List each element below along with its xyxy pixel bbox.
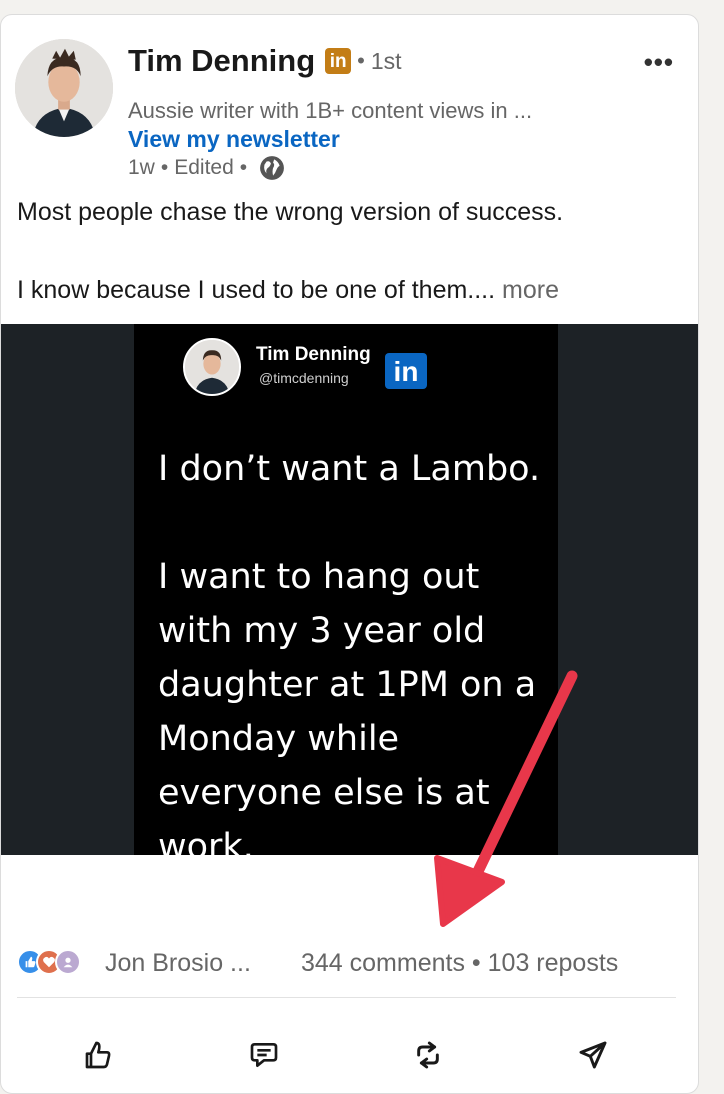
like-icon bbox=[85, 1041, 111, 1069]
separator-dot: • bbox=[239, 156, 248, 179]
comments-count[interactable]: 344 comments bbox=[301, 949, 465, 977]
image-author-name: Tim Denning bbox=[256, 344, 371, 365]
separator-dot: • bbox=[471, 949, 481, 977]
image-quote-line-2: I want to hang out with my 3 year old da… bbox=[158, 557, 537, 867]
linkedin-logo-icon: in bbox=[385, 353, 427, 389]
repost-button[interactable] bbox=[408, 1035, 448, 1075]
repost-icon bbox=[417, 1041, 439, 1069]
reactor-name[interactable]: Jon Brosio ... bbox=[105, 949, 251, 978]
post-image[interactable]: Tim Denning @timcdenning in I don’t want… bbox=[1, 324, 698, 867]
post-text-line-1: Most people chase the wrong version of s… bbox=[17, 198, 564, 226]
linkedin-premium-badge-icon: in bbox=[325, 48, 352, 74]
ellipsis-icon[interactable]: ••• bbox=[644, 49, 674, 75]
globe-icon bbox=[260, 156, 285, 180]
connection-degree: 1st bbox=[370, 47, 402, 74]
reaction-icons[interactable] bbox=[17, 949, 81, 975]
feed-post-card: Tim Denning in • 1st ••• Aussie writer w… bbox=[0, 14, 699, 1094]
see-more-link[interactable]: more bbox=[502, 276, 559, 304]
divider bbox=[17, 997, 676, 998]
post-text-line-2-content: I know because I used to be one of them.… bbox=[17, 276, 496, 304]
image-author-avatar bbox=[183, 338, 241, 396]
post-header: Tim Denning in • 1st ••• Aussie writer w… bbox=[1, 15, 698, 185]
author-name[interactable]: Tim Denning bbox=[128, 43, 315, 79]
quote-spacer bbox=[158, 496, 548, 550]
reposts-count[interactable]: 103 reposts bbox=[488, 949, 619, 977]
post-edited: Edited bbox=[174, 156, 234, 179]
separator-dot: • bbox=[160, 156, 169, 179]
quote-image: Tim Denning @timcdenning in I don’t want… bbox=[134, 324, 558, 867]
post-time: 1w bbox=[128, 156, 155, 179]
image-quote-line-1: I don’t want a Lambo. bbox=[158, 449, 541, 489]
post-meta: 1w • Edited • bbox=[128, 155, 285, 181]
send-button[interactable] bbox=[573, 1035, 613, 1075]
image-quote: I don’t want a Lambo. I want to hang out… bbox=[158, 442, 548, 874]
post-text-line-2: I know because I used to be one of them.… bbox=[17, 273, 559, 307]
author-name-row: Tim Denning in • 1st bbox=[128, 43, 402, 79]
like-button[interactable] bbox=[79, 1035, 119, 1075]
view-newsletter-link[interactable]: View my newsletter bbox=[128, 126, 340, 153]
comment-button[interactable] bbox=[244, 1035, 284, 1075]
social-counts: Jon Brosio ... 344 comments • 103 repost… bbox=[1, 943, 698, 987]
post-actions-bar bbox=[1, 1035, 698, 1087]
comment-icon bbox=[250, 1043, 278, 1067]
support-icon bbox=[55, 949, 81, 975]
author-headline: Aussie writer with 1B+ content views in … bbox=[128, 98, 533, 123]
separator-dot: • bbox=[357, 48, 365, 73]
author-avatar[interactable] bbox=[15, 39, 113, 137]
engagement-counts: 344 comments • 103 reposts bbox=[301, 949, 618, 978]
send-icon bbox=[579, 1041, 607, 1069]
image-author-handle: @timcdenning bbox=[259, 370, 349, 386]
